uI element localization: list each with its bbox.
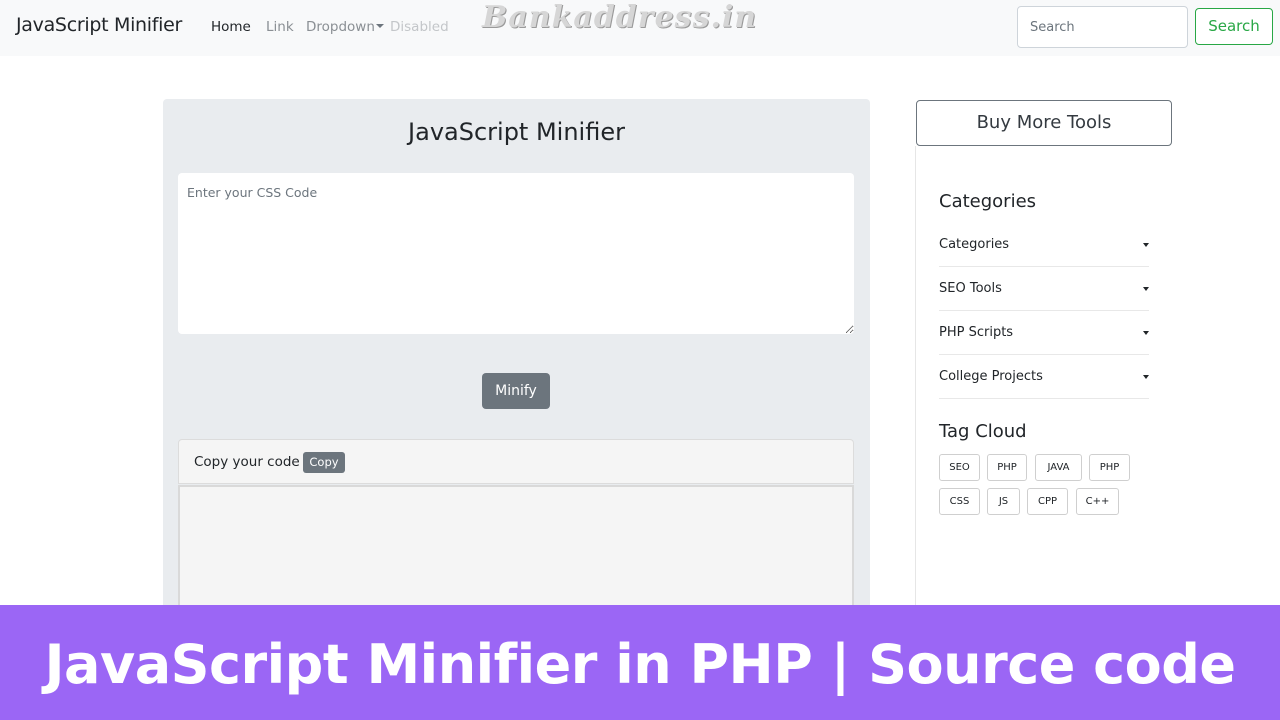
category-item[interactable]: PHP Scripts: [939, 311, 1149, 355]
copy-label: Copy your code: [194, 454, 300, 470]
page-title: JavaScript Minifier: [408, 118, 625, 146]
code-input[interactable]: [178, 173, 854, 334]
category-label: College Projects: [939, 369, 1043, 384]
navbar: JavaScript Minifier Home Link Dropdown D…: [0, 0, 1280, 56]
navbar-brand[interactable]: JavaScript Minifier: [16, 14, 182, 36]
tag-cloud-heading: Tag Cloud: [939, 421, 1027, 442]
caret-down-icon: [1143, 287, 1149, 291]
buy-more-tools-button[interactable]: Buy More Tools: [916, 100, 1172, 146]
title-banner: JavaScript Minifier in PHP | Source code: [0, 605, 1280, 720]
banner-text: JavaScript Minifier in PHP | Source code: [44, 633, 1236, 696]
copy-header: Copy your code Copy: [178, 439, 854, 484]
tag-seo[interactable]: SEO: [939, 454, 980, 481]
tag-css[interactable]: CSS: [939, 488, 980, 515]
caret-down-icon: [375, 24, 384, 28]
category-item[interactable]: Categories: [939, 223, 1149, 267]
nav-dropdown[interactable]: Dropdown: [306, 19, 384, 35]
search-button[interactable]: Search: [1195, 8, 1273, 45]
tag-php[interactable]: PHP: [1089, 454, 1130, 481]
category-label: Categories: [939, 237, 1010, 252]
category-label: SEO Tools: [939, 281, 1002, 296]
tag-java[interactable]: JAVA: [1035, 454, 1082, 481]
search-input[interactable]: [1017, 6, 1188, 48]
tag-cplusplus[interactable]: C++: [1076, 488, 1119, 515]
watermark: Bankaddress.in: [482, 0, 758, 35]
category-label: PHP Scripts: [939, 325, 1014, 340]
nav-dropdown-label: Dropdown: [306, 19, 375, 35]
minifier-card: JavaScript Minifier Minify Copy your cod…: [163, 99, 870, 619]
sidebar-divider: [915, 146, 916, 606]
category-item[interactable]: SEO Tools: [939, 267, 1149, 311]
tag-php[interactable]: PHP: [987, 454, 1027, 481]
caret-down-icon: [1143, 375, 1149, 379]
nav-link-link[interactable]: Link: [266, 19, 294, 35]
tag-js[interactable]: JS: [987, 488, 1020, 515]
minify-button[interactable]: Minify: [482, 373, 550, 409]
tag-cpp[interactable]: CPP: [1027, 488, 1068, 515]
caret-down-icon: [1143, 331, 1149, 335]
copy-button[interactable]: Copy: [303, 452, 345, 473]
nav-link-disabled: Disabled: [390, 19, 449, 35]
nav-link-home[interactable]: Home: [211, 19, 251, 35]
output-area[interactable]: [178, 485, 854, 619]
category-item[interactable]: College Projects: [939, 355, 1149, 399]
caret-down-icon: [1143, 243, 1149, 247]
categories-heading: Categories: [939, 191, 1037, 212]
